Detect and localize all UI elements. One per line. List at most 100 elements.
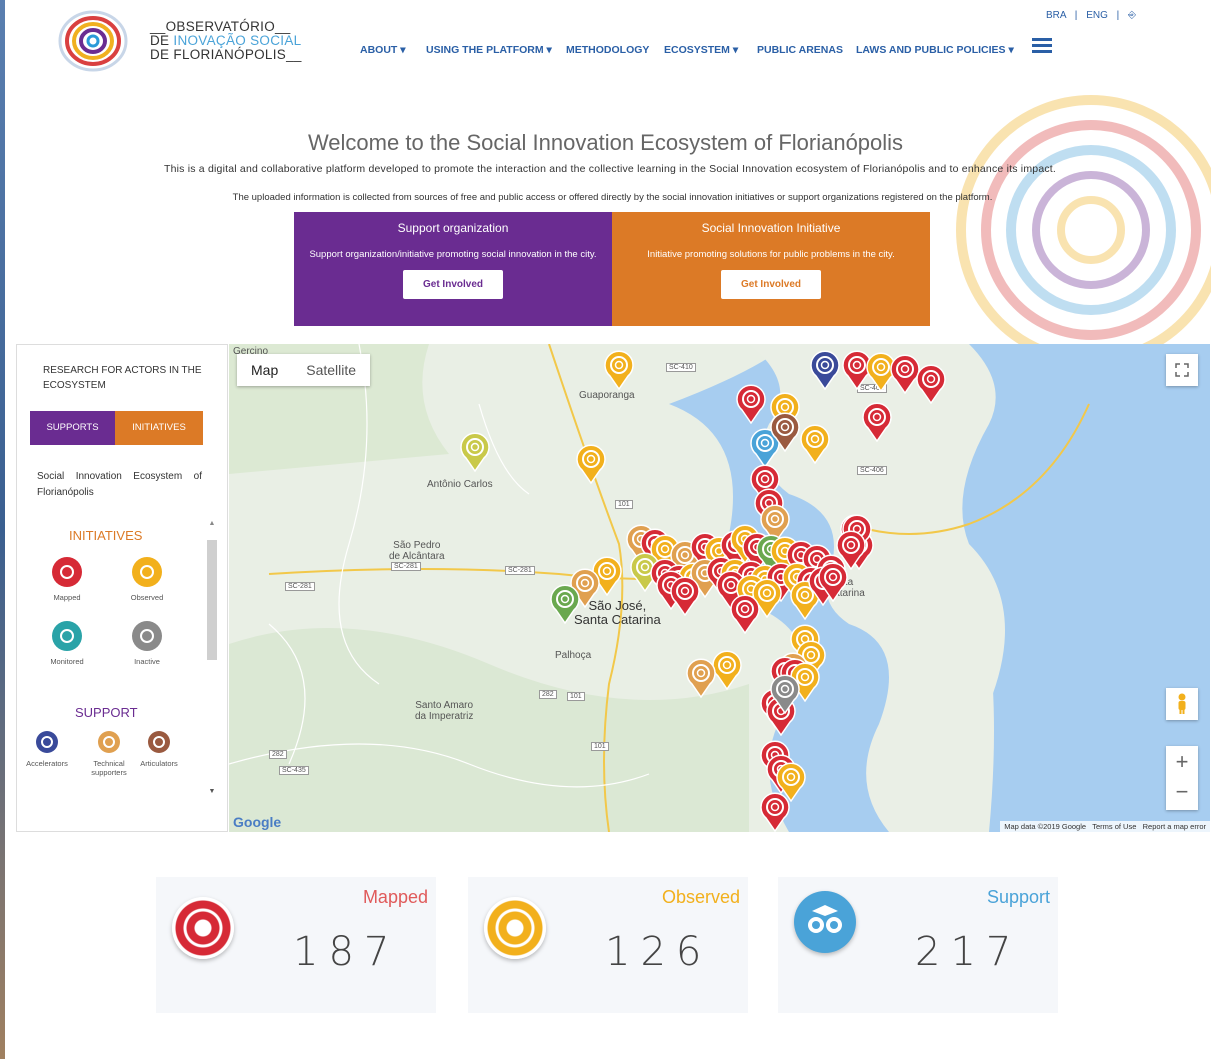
tab-initiatives[interactable]: INITIATIVES — [115, 411, 203, 445]
fullscreen-icon[interactable] — [1166, 354, 1198, 386]
legend-articulators[interactable]: Articulators — [137, 731, 181, 768]
street-view-pegman-icon[interactable] — [1166, 688, 1198, 720]
stat-label: Mapped — [362, 887, 428, 907]
map-marker-pin[interactable] — [549, 584, 581, 624]
place-sao-pedro-de-alcantara: São Pedro de Alcântara — [389, 540, 445, 562]
support-get-involved-button[interactable]: Get Involved — [402, 270, 503, 299]
intro-description: This is a digital and collaborative plat… — [163, 163, 1057, 175]
road-label: 282 — [539, 690, 557, 699]
map-marker-pin[interactable] — [835, 530, 867, 570]
map-marker-pin[interactable] — [669, 576, 701, 616]
place-guaporanga: Guaporanga — [579, 390, 635, 401]
login-icon[interactable]: ⎆ — [1128, 10, 1136, 21]
nav-using-the-platform[interactable]: USING THE PLATFORM ▾ — [426, 44, 552, 56]
scroll-thumb[interactable] — [207, 540, 217, 660]
report-map-error-link[interactable]: Report a map error — [1143, 822, 1206, 831]
mapped-icon — [52, 557, 82, 587]
road-label: SC-281 — [285, 582, 315, 591]
terms-of-use-link[interactable]: Terms of Use — [1092, 822, 1136, 831]
nav-laws-and-public-policies[interactable]: LAWS AND PUBLIC POLICIES ▾ — [856, 44, 1014, 56]
scroll-up-icon[interactable]: ▲ — [205, 520, 219, 527]
legend-mapped[interactable]: Mapped — [37, 557, 97, 602]
stat-card-observed: Observed 126 — [468, 877, 748, 1013]
map-marker-pin[interactable] — [915, 364, 947, 404]
inactive-icon — [132, 621, 162, 651]
tab-supports[interactable]: SUPPORTS — [30, 411, 115, 445]
observed-icon — [132, 557, 162, 587]
legend-accelerators[interactable]: Accelerators — [25, 731, 69, 768]
nav-about[interactable]: ABOUT ▾ — [360, 44, 406, 56]
accelerator-icon — [36, 731, 58, 753]
observatory-logo[interactable] — [58, 10, 128, 72]
map-marker-pin[interactable] — [735, 384, 767, 424]
map-marker-pin[interactable] — [685, 658, 717, 698]
scroll-down-icon[interactable]: ▼ — [205, 788, 219, 795]
ecosystem-map[interactable]: Gercino Guaporanga Antônio Carlos São Pe… — [229, 344, 1210, 832]
legend-monitored[interactable]: Monitored — [37, 621, 97, 666]
road-label: SC-281 — [391, 562, 421, 571]
google-logo[interactable]: Google — [233, 814, 281, 830]
language-switcher: BRA | ENG | ⎆ — [1046, 10, 1137, 21]
lang-bra[interactable]: BRA — [1046, 10, 1066, 21]
owl-icon — [794, 891, 856, 953]
support-heading: SUPPORT — [75, 705, 138, 720]
map-marker-pin[interactable] — [575, 444, 607, 484]
place-antonio-carlos: Antônio Carlos — [427, 479, 493, 490]
place-palhoca: Palhoça — [555, 650, 592, 661]
panel-subtitle: Social Innovation Ecosystem of Florianóp… — [37, 471, 202, 498]
left-edge-strip — [0, 0, 5, 1059]
road-label: SC-281 — [505, 566, 535, 575]
map-marker-pin[interactable] — [769, 412, 801, 452]
zoom-control: + − — [1166, 746, 1198, 810]
initiative-get-involved-button[interactable]: Get Involved — [720, 270, 821, 299]
map-marker-pin[interactable] — [799, 424, 831, 464]
road-label: 101 — [591, 742, 609, 751]
map-attribution: Map data ©2019 Google Terms of Use Repor… — [1000, 821, 1210, 832]
road-label: SC-406 — [857, 466, 887, 475]
articulator-icon — [148, 731, 170, 753]
stat-value: 126 — [605, 929, 712, 975]
observed-icon — [484, 897, 546, 959]
zoom-out-button[interactable]: − — [1166, 778, 1198, 810]
map-type-satellite[interactable]: Satellite — [292, 354, 370, 386]
map-marker-pin[interactable] — [759, 792, 791, 832]
logo-text[interactable]: __OBSERVATÓRIO__ DE INOVAÇÃO SOCIAL DE F… — [150, 20, 302, 62]
page-title: Welcome to the Social Innovation Ecosyst… — [307, 130, 904, 155]
road-label: 101 — [615, 500, 633, 509]
nav-ecosystem[interactable]: ECOSYSTEM ▾ — [664, 44, 738, 56]
lang-eng[interactable]: ENG — [1086, 10, 1108, 21]
road-label: SC-410 — [666, 363, 696, 372]
map-marker-pin[interactable] — [459, 432, 491, 472]
map-type-map[interactable]: Map — [237, 354, 292, 386]
map-marker-pin[interactable] — [769, 674, 801, 714]
stat-label: Support — [986, 887, 1050, 907]
map-marker-pin[interactable] — [729, 594, 761, 634]
legend-technical-supporters[interactable]: Technical supporters — [87, 731, 131, 777]
legend-inactive[interactable]: Inactive — [117, 621, 177, 666]
research-panel: RESEARCH FOR ACTORS IN THE ECOSYSTEM SUP… — [16, 344, 228, 832]
map-marker-pin[interactable] — [809, 350, 841, 390]
card-text: Initiative promoting solutions for publi… — [647, 249, 895, 260]
road-label: SC-435 — [279, 766, 309, 775]
road-label: 282 — [269, 750, 287, 759]
panel-scrollbar[interactable]: ▲ ▼ — [205, 520, 219, 795]
legend-observed[interactable]: Observed — [117, 557, 177, 602]
nav-public-arenas[interactable]: PUBLIC ARENAS — [757, 44, 843, 56]
social-innovation-initiative-card: Social Innovation Initiative Initiative … — [612, 212, 930, 326]
card-title: Support organization — [397, 221, 509, 235]
place-santo-amaro-da-imperatriz: Santo Amaro da Imperatriz — [415, 700, 474, 722]
map-marker-pin[interactable] — [861, 402, 893, 442]
card-text: Support organization/initiative promotin… — [309, 249, 597, 260]
map-marker-pin[interactable] — [603, 350, 635, 390]
zoom-in-button[interactable]: + — [1166, 746, 1198, 778]
card-title: Social Innovation Initiative — [701, 221, 841, 235]
decorative-swirl — [956, 95, 1211, 360]
menu-icon[interactable] — [1032, 38, 1052, 54]
support-organization-card: Support organization Support organizatio… — [294, 212, 612, 326]
stat-card-support: Support 217 — [778, 877, 1058, 1013]
monitored-icon — [52, 621, 82, 651]
nav-methodology[interactable]: METHODOLOGY — [566, 44, 649, 56]
panel-title: RESEARCH FOR ACTORS IN THE ECOSYSTEM — [43, 365, 202, 391]
stat-card-mapped: Mapped 187 — [156, 877, 436, 1013]
road-label: 101 — [567, 692, 585, 701]
